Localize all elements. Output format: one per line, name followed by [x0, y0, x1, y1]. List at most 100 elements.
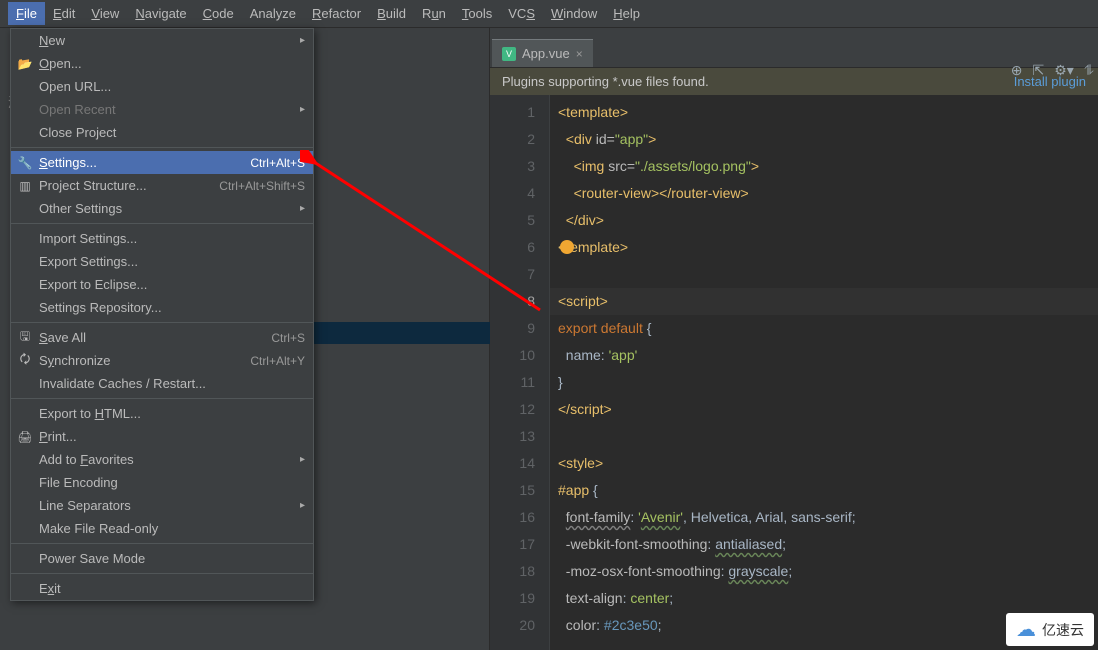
- editor-pane: V App.vue × Plugins supporting *.vue fil…: [490, 28, 1098, 650]
- watermark-text: 亿速云: [1042, 620, 1084, 640]
- code-line[interactable]: -moz-osx-font-smoothing: grayscale;: [558, 558, 1090, 585]
- shortcut: Ctrl+Alt+Shift+S: [219, 179, 305, 193]
- line-number: 1: [494, 99, 535, 126]
- menu-item-print[interactable]: 🖨Print...: [11, 425, 313, 448]
- watermark: ☁ 亿速云: [1006, 613, 1094, 646]
- line-number: 11: [494, 369, 535, 396]
- code-line[interactable]: <router-view></router-view>: [558, 180, 1090, 207]
- code-line[interactable]: <script>: [550, 288, 1098, 315]
- menu-item-make-file-read-only[interactable]: Make File Read-only: [11, 517, 313, 540]
- menu-item-project-structure[interactable]: ▥ Project Structure... Ctrl+Alt+Shift+S: [11, 174, 313, 197]
- shortcut: Ctrl+Alt+S: [250, 156, 305, 170]
- menu-item-settings[interactable]: 🔧Settings...Ctrl+Alt+S: [11, 151, 313, 174]
- menu-view[interactable]: View: [83, 2, 127, 25]
- menu-item-close-project[interactable]: Close Project: [11, 121, 313, 144]
- menu-item-export-to-html[interactable]: Export to HTML...: [11, 402, 313, 425]
- hide-icon[interactable]: ⥮: [1084, 62, 1094, 79]
- close-icon[interactable]: ×: [576, 47, 583, 61]
- code-line[interactable]: [558, 423, 1090, 450]
- menu-build[interactable]: Build: [369, 2, 414, 25]
- code-line[interactable]: </script>: [558, 396, 1090, 423]
- menu-item-export-settings[interactable]: Export Settings...: [11, 250, 313, 273]
- code-line[interactable]: font-family: 'Avenir', Helvetica, Arial,…: [558, 504, 1090, 531]
- code-line[interactable]: }: [558, 369, 1090, 396]
- menu-item-line-separators[interactable]: Line Separators▸: [11, 494, 313, 517]
- menu-window[interactable]: Window: [543, 2, 605, 25]
- notice-text: Plugins supporting *.vue files found.: [502, 74, 709, 89]
- menu-item-synchronize[interactable]: 🗘SynchronizeCtrl+Alt+Y: [11, 349, 313, 372]
- code-line[interactable]: <img src="./assets/logo.png">: [558, 153, 1090, 180]
- menu-vcs[interactable]: VCS: [500, 2, 543, 25]
- sync-icon: 🗘: [17, 353, 33, 369]
- menu-separator: [11, 543, 313, 544]
- tab-bar: V App.vue ×: [490, 28, 1098, 68]
- structure-icon: ▥: [17, 178, 33, 194]
- code-line[interactable]: name: 'app': [558, 342, 1090, 369]
- menu-item-add-to-favorites[interactable]: Add to Favorites▸: [11, 448, 313, 471]
- menu-item-power-save-mode[interactable]: Power Save Mode: [11, 547, 313, 570]
- menu-run[interactable]: Run: [414, 2, 454, 25]
- menu-item-open-url[interactable]: Open URL...: [11, 75, 313, 98]
- menu-item-open[interactable]: 📂Open...: [11, 52, 313, 75]
- code-line[interactable]: -webkit-font-smoothing: antialiased;: [558, 531, 1090, 558]
- line-number: 19: [494, 585, 535, 612]
- menu-item-settings-repository[interactable]: Settings Repository...: [11, 296, 313, 319]
- menu-item-invalidate-caches-restart[interactable]: Invalidate Caches / Restart...: [11, 372, 313, 395]
- menu-item-file-encoding[interactable]: File Encoding: [11, 471, 313, 494]
- submenu-arrow-icon: ▸: [300, 500, 305, 511]
- menu-item-label: Project Structure...: [39, 178, 147, 193]
- line-number: 3: [494, 153, 535, 180]
- line-number: 13: [494, 423, 535, 450]
- menu-item-import-settings[interactable]: Import Settings...: [11, 227, 313, 250]
- menu-item-save-all[interactable]: 🖫Save AllCtrl+S: [11, 326, 313, 349]
- code-line[interactable]: [558, 261, 1090, 288]
- code-line[interactable]: <template>: [558, 234, 1090, 261]
- line-number: 9: [494, 315, 535, 342]
- code-line[interactable]: <style>: [558, 450, 1090, 477]
- locate-icon[interactable]: ⊕: [1011, 62, 1023, 79]
- menu-item-new[interactable]: New▸: [11, 29, 313, 52]
- selected-file-row[interactable]: [314, 322, 490, 344]
- tab-app-vue[interactable]: V App.vue ×: [492, 39, 593, 67]
- collapse-icon[interactable]: ⇱: [1033, 62, 1045, 79]
- code-line[interactable]: <div id="app">: [558, 126, 1090, 153]
- menu-item-label: Export to HTML...: [39, 406, 141, 421]
- menu-item-open-recent[interactable]: Open Recent▸: [11, 98, 313, 121]
- line-number: 20: [494, 612, 535, 639]
- menu-edit[interactable]: Edit: [45, 2, 83, 25]
- menu-help[interactable]: Help: [605, 2, 648, 25]
- intention-bulb-icon[interactable]: [560, 240, 574, 254]
- menu-item-export-to-eclipse[interactable]: Export to Eclipse...: [11, 273, 313, 296]
- line-number: 8: [494, 288, 535, 315]
- submenu-arrow-icon: ▸: [300, 454, 305, 465]
- code-editor[interactable]: 1234567891011121314151617181920 <templat…: [490, 95, 1098, 650]
- menu-navigate[interactable]: Navigate: [127, 2, 194, 25]
- menubar: FileEditViewNavigateCodeAnalyzeRefactorB…: [0, 0, 1098, 28]
- line-number: 4: [494, 180, 535, 207]
- code-line[interactable]: text-align: center;: [558, 585, 1090, 612]
- code-line[interactable]: export default {: [558, 315, 1090, 342]
- menu-item-exit[interactable]: Exit: [11, 577, 313, 600]
- gear-icon[interactable]: ⚙▾: [1054, 62, 1074, 79]
- menu-item-label: Print...: [39, 429, 77, 444]
- file-menu-dropdown: New▸📂Open...Open URL...Open Recent▸Close…: [10, 28, 314, 601]
- code-line[interactable]: <template>: [558, 99, 1090, 126]
- code-line[interactable]: #app {: [558, 477, 1090, 504]
- code-area[interactable]: <template> <div id="app"> <img src="./as…: [550, 95, 1098, 650]
- menu-item-label: Close Project: [39, 125, 116, 140]
- menu-refactor[interactable]: Refactor: [304, 2, 369, 25]
- menu-file[interactable]: File: [8, 2, 45, 25]
- menu-separator: [11, 322, 313, 323]
- tab-label: App.vue: [522, 46, 570, 61]
- line-number: 14: [494, 450, 535, 477]
- submenu-arrow-icon: ▸: [300, 104, 305, 115]
- menu-analyze[interactable]: Analyze: [242, 2, 304, 25]
- menu-item-label: New: [39, 33, 65, 48]
- plugin-notice-bar: Plugins supporting *.vue files found. In…: [490, 68, 1098, 95]
- menu-tools[interactable]: Tools: [454, 2, 500, 25]
- line-number: 2: [494, 126, 535, 153]
- menu-item-other-settings[interactable]: Other Settings▸: [11, 197, 313, 220]
- line-number: 10: [494, 342, 535, 369]
- code-line[interactable]: </div>: [558, 207, 1090, 234]
- menu-code[interactable]: Code: [195, 2, 242, 25]
